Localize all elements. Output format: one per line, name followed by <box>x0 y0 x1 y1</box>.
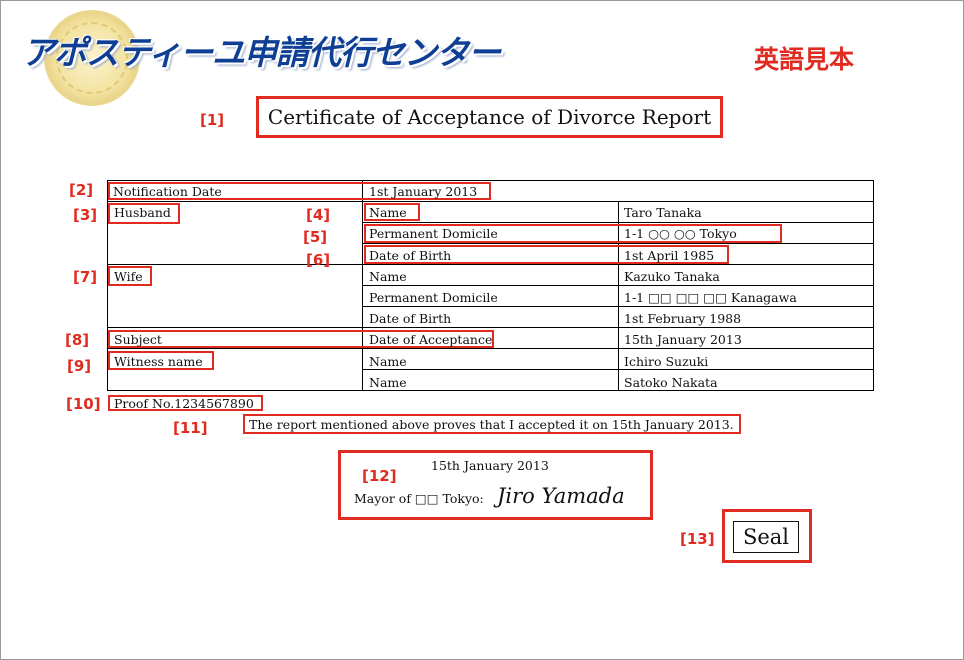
marker-3: [3] <box>73 206 98 224</box>
marker-8: [8] <box>65 331 90 349</box>
husband-name-label: Name <box>369 205 407 220</box>
marker-2: [2] <box>69 181 94 199</box>
marker-13: [13] <box>680 530 715 548</box>
notification-date-label: Notification Date <box>113 184 222 199</box>
statement-text: The report mentioned above proves that I… <box>249 417 734 432</box>
signature-date: 15th January 2013 <box>431 458 549 473</box>
marker-10: [10] <box>66 395 101 413</box>
marker-12: [12] <box>362 467 397 485</box>
mayor-signature: Jiro Yamada <box>497 484 625 508</box>
acceptance-date-label: Date of Acceptance <box>369 332 493 347</box>
table-row <box>107 264 874 328</box>
document-title: Certificate of Acceptance of Divorce Rep… <box>256 96 723 138</box>
witness-1-name: Ichiro Suzuki <box>624 354 709 369</box>
wife-dob-label: Date of Birth <box>369 311 452 326</box>
proof-number: Proof No.1234567890 <box>114 396 254 411</box>
seal-stamp: Seal <box>733 521 799 553</box>
wife-name-label: Name <box>369 269 407 284</box>
marker-6: [6] <box>306 251 331 269</box>
husband-dob-label: Date of Birth <box>369 248 452 263</box>
husband-name: Taro Tanaka <box>624 205 702 220</box>
marker-7: [7] <box>73 268 98 286</box>
witness-2-label: Name <box>369 375 407 390</box>
marker-1: [1] <box>200 111 225 129</box>
table-row <box>107 348 874 391</box>
marker-11: [11] <box>173 419 208 437</box>
marker-5: [5] <box>303 228 328 246</box>
witness-2-name: Satoko Nakata <box>624 375 718 390</box>
sample-label: 英語見本 <box>754 45 855 74</box>
husband-domicile: 1-1 ○○ ○○ Tokyo <box>624 226 737 241</box>
wife-name: Kazuko Tanaka <box>624 269 720 284</box>
marker-4: [4] <box>306 206 331 224</box>
acceptance-date: 15th January 2013 <box>624 332 742 347</box>
wife-label: Wife <box>114 269 143 284</box>
husband-domicile-label: Permanent Domicile <box>369 226 498 241</box>
wife-dob: 1st February 1988 <box>624 311 742 326</box>
marker-9: [9] <box>67 357 92 375</box>
mayor-title: Mayor of □□ Tokyo: <box>354 491 484 506</box>
company-logo: アポスティーユ申請代行センター <box>22 33 501 72</box>
subject-label: Subject <box>114 332 162 347</box>
husband-dob: 1st April 1985 <box>624 248 715 263</box>
wife-domicile: 1-1 □□ □□ □□ Kanagawa <box>624 290 797 305</box>
witness-1-label: Name <box>369 354 407 369</box>
witness-label: Witness name <box>114 354 203 369</box>
notification-date-value: 1st January 2013 <box>369 184 478 199</box>
table-row <box>107 201 874 265</box>
wife-domicile-label: Permanent Domicile <box>369 290 498 305</box>
husband-label: Husband <box>114 205 171 220</box>
